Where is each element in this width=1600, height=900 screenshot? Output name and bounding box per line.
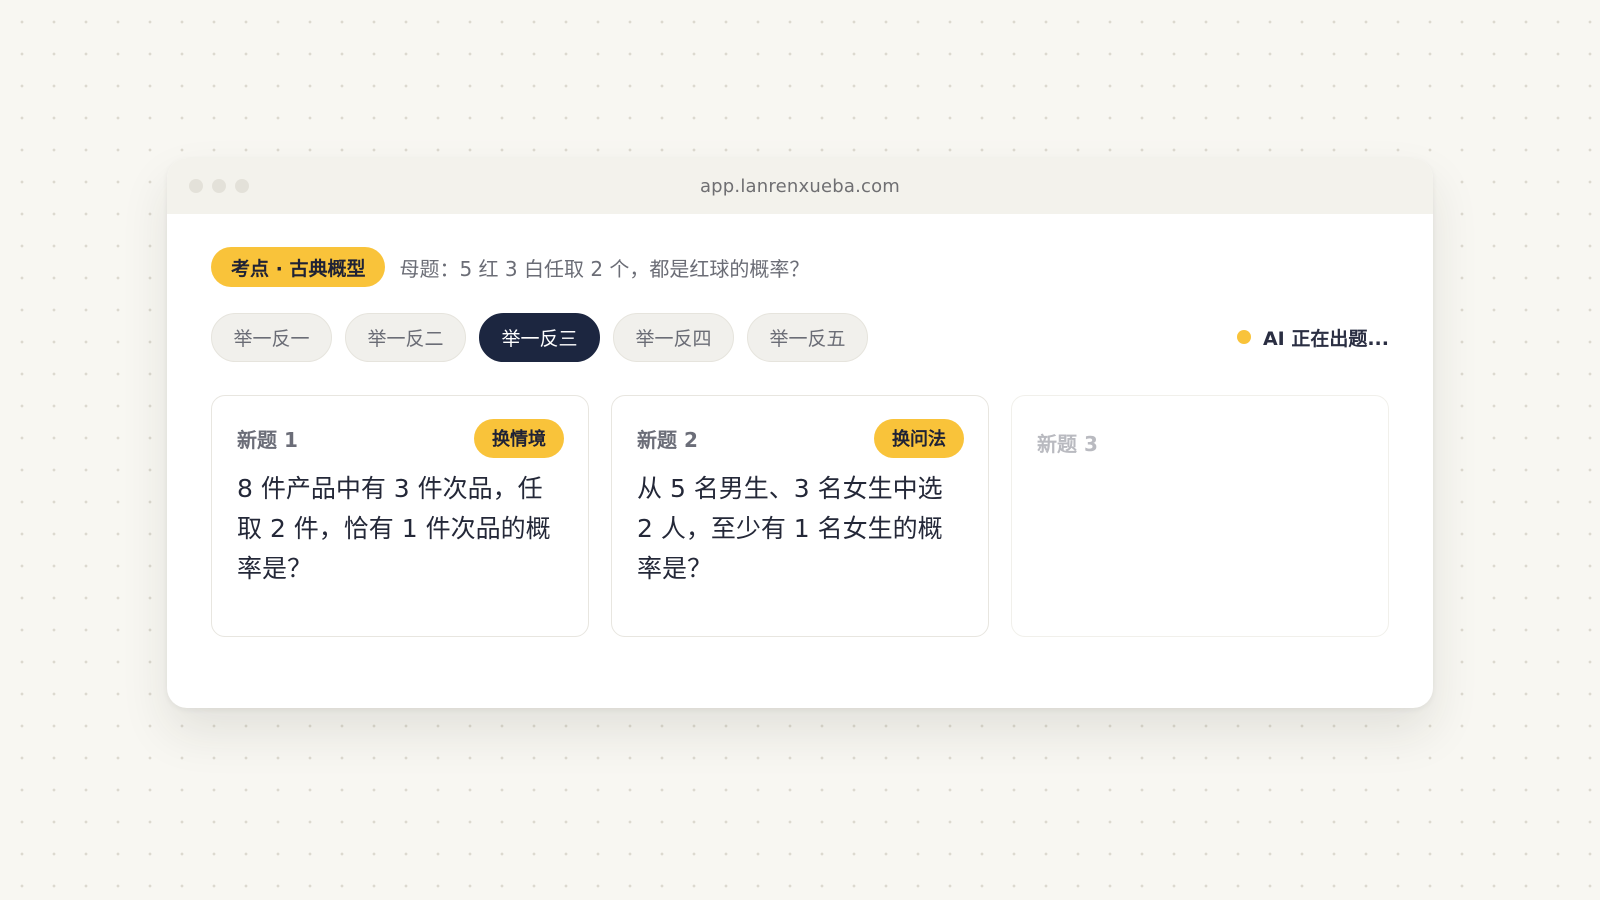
card-header: 新题 2 换问法 [637, 418, 964, 458]
mother-question: 母题：5 红 3 白任取 2 个，都是红球的概率？ [399, 256, 810, 281]
card-tag-change-context: 换情境 [474, 418, 564, 458]
maximize-dot-icon[interactable] [235, 179, 249, 193]
card-header: 新题 1 换情境 [237, 418, 564, 458]
card-title: 新题 1 [237, 427, 298, 452]
question-header: 考点 · 古典概型 母题：5 红 3 白任取 2 个，都是红球的概率？ [211, 246, 1389, 288]
tab-variant-3[interactable]: 举一反三 [479, 312, 600, 362]
browser-window: app.lanrenxueba.com 考点 · 古典概型 母题：5 红 3 白… [167, 158, 1433, 708]
browser-titlebar: app.lanrenxueba.com [167, 158, 1433, 214]
url-text[interactable]: app.lanrenxueba.com [700, 176, 900, 197]
variant-tabs: 举一反一 举一反二 举一反三 举一反四 举一反五 AI 正在出题... [211, 312, 1389, 362]
minimize-dot-icon[interactable] [212, 179, 226, 193]
tab-variant-5[interactable]: 举一反五 [747, 312, 868, 362]
close-dot-icon[interactable] [189, 179, 203, 193]
card-question-text: 8 件产品中有 3 件次品，任取 2 件，恰有 1 件次品的概率是？ [237, 474, 551, 583]
topic-badge: 考点 · 古典概型 [211, 247, 386, 287]
card-title: 新题 3 [1037, 431, 1098, 456]
card-tag-change-wording: 换问法 [874, 418, 964, 458]
tab-variant-2[interactable]: 举一反二 [345, 312, 466, 362]
question-card-3-loading: 新题 3 [1011, 395, 1389, 637]
question-card-2[interactable]: 新题 2 换问法 从 5 名男生、3 名女生中选 2 人，至少有 1 名女生的概… [611, 395, 989, 637]
question-card-1[interactable]: 新题 1 换情境 8 件产品中有 3 件次品，任取 2 件，恰有 1 件次品的概… [211, 395, 589, 637]
status-dot-icon [1236, 330, 1251, 344]
ai-status-text: AI 正在出题... [1262, 327, 1389, 350]
window-controls [189, 179, 249, 193]
question-cards: 新题 1 换情境 8 件产品中有 3 件次品，任取 2 件，恰有 1 件次品的概… [211, 395, 1389, 637]
card-header: 新题 3 [1037, 418, 1364, 458]
tab-variant-1[interactable]: 举一反一 [211, 312, 332, 362]
card-title: 新题 2 [637, 427, 698, 452]
card-question-text: 从 5 名男生、3 名女生中选 2 人，至少有 1 名女生的概率是？ [637, 474, 943, 583]
ai-status: AI 正在出题... [1236, 312, 1389, 362]
tab-variant-4[interactable]: 举一反四 [613, 312, 734, 362]
main-content: 考点 · 古典概型 母题：5 红 3 白任取 2 个，都是红球的概率？ 举一反一… [167, 214, 1433, 637]
